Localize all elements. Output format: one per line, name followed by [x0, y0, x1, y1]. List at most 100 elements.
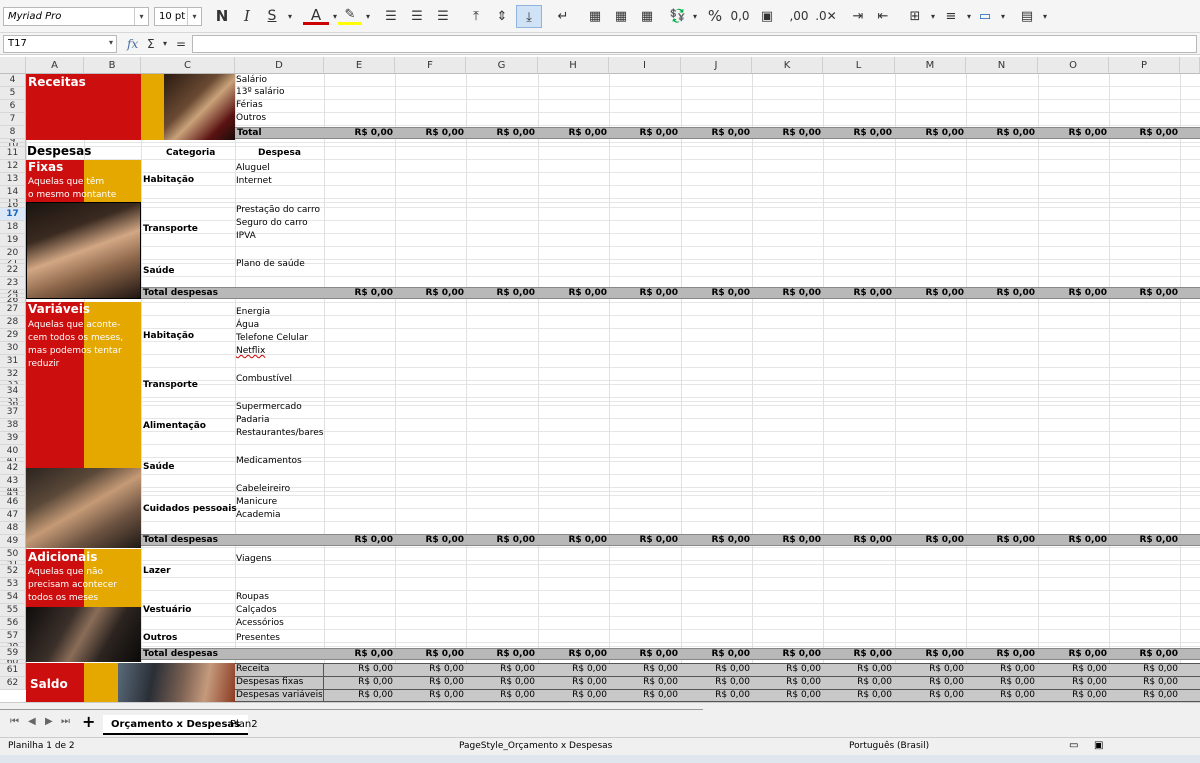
- add-sheet-button[interactable]: +: [82, 712, 95, 731]
- row-header[interactable]: 6: [0, 100, 26, 113]
- align-middle-icon[interactable]: ⇕: [491, 5, 513, 28]
- row-header[interactable]: 29: [0, 329, 26, 342]
- chevron-down-icon[interactable]: ▾: [690, 5, 700, 28]
- align-bottom-icon[interactable]: ⤓: [516, 5, 542, 28]
- column-header[interactable]: E: [324, 57, 395, 74]
- saldo-value-cell[interactable]: R$ 0,00: [395, 664, 464, 674]
- row-header[interactable]: 52: [0, 565, 26, 578]
- total-value-cell[interactable]: R$ 0,00: [1109, 288, 1178, 299]
- formula-input[interactable]: [192, 35, 1197, 53]
- total-value-cell[interactable]: R$ 0,00: [966, 128, 1035, 139]
- column-header[interactable]: M: [895, 57, 966, 74]
- align-top-icon[interactable]: ⤒: [465, 5, 487, 28]
- column-header[interactable]: H: [538, 57, 609, 74]
- row-header[interactable]: 59: [0, 647, 26, 660]
- underline-button[interactable]: S: [262, 5, 282, 28]
- column-header[interactable]: F: [395, 57, 466, 74]
- row-header[interactable]: 4: [0, 74, 26, 87]
- row-header[interactable]: 38: [0, 419, 26, 432]
- row-header[interactable]: 17: [0, 208, 26, 221]
- saldo-value-cell[interactable]: R$ 0,00: [823, 690, 892, 700]
- total-value-cell[interactable]: R$ 0,00: [1038, 128, 1107, 139]
- saldo-value-cell[interactable]: R$ 0,00: [1109, 677, 1178, 687]
- column-header[interactable]: I: [609, 57, 681, 74]
- column-header[interactable]: G: [466, 57, 538, 74]
- row-header[interactable]: 27: [0, 303, 26, 316]
- total-value-cell[interactable]: R$ 0,00: [324, 535, 393, 546]
- saldo-value-cell[interactable]: R$ 0,00: [538, 664, 607, 674]
- total-value-cell[interactable]: R$ 0,00: [1109, 535, 1178, 546]
- row-header[interactable]: 56: [0, 617, 26, 630]
- saldo-value-cell[interactable]: R$ 0,00: [681, 690, 750, 700]
- row-header[interactable]: 40: [0, 445, 26, 458]
- unmerge-cells-icon[interactable]: ▦: [636, 5, 658, 28]
- border-style-icon[interactable]: ≡: [940, 5, 962, 28]
- saldo-value-cell[interactable]: R$ 0,00: [895, 664, 964, 674]
- chevron-down-icon[interactable]: ▾: [1040, 5, 1050, 28]
- total-value-cell[interactable]: R$ 0,00: [395, 128, 464, 139]
- row-header[interactable]: 62: [0, 677, 26, 690]
- total-value-cell[interactable]: R$ 0,00: [538, 649, 607, 660]
- chevron-down-icon[interactable]: ▾: [363, 5, 373, 28]
- font-color-icon[interactable]: A: [303, 5, 329, 25]
- merge-cells-icon[interactable]: ▦: [584, 5, 606, 28]
- number-format-button[interactable]: 0,0: [729, 5, 751, 28]
- total-value-cell[interactable]: R$ 0,00: [466, 535, 535, 546]
- add-decimal-button[interactable]: ,00: [786, 5, 812, 28]
- select-all-corner[interactable]: [0, 57, 26, 74]
- total-value-cell[interactable]: R$ 0,00: [752, 649, 821, 660]
- function-wizard-button[interactable]: fx: [127, 35, 138, 53]
- row-header[interactable]: 50: [0, 548, 26, 561]
- previous-sheet-icon[interactable]: ◀: [28, 716, 36, 727]
- total-value-cell[interactable]: R$ 0,00: [395, 288, 464, 299]
- column-header[interactable]: A: [26, 57, 84, 74]
- border-color-icon[interactable]: ▭: [974, 5, 996, 28]
- total-value-cell[interactable]: R$ 0,00: [324, 649, 393, 660]
- total-value-cell[interactable]: R$ 0,00: [752, 535, 821, 546]
- saldo-value-cell[interactable]: R$ 0,00: [895, 690, 964, 700]
- row-header[interactable]: 31: [0, 355, 26, 368]
- saldo-value-cell[interactable]: R$ 0,00: [395, 677, 464, 687]
- saldo-value-cell[interactable]: R$ 0,00: [609, 664, 678, 674]
- row-header[interactable]: 7: [0, 113, 26, 126]
- chevron-down-icon[interactable]: ▾: [285, 5, 295, 28]
- total-value-cell[interactable]: R$ 0,00: [395, 649, 464, 660]
- saldo-value-cell[interactable]: R$ 0,00: [609, 690, 678, 700]
- bold-button[interactable]: N: [212, 5, 232, 28]
- row-header[interactable]: 37: [0, 406, 26, 419]
- saldo-value-cell[interactable]: R$ 0,00: [1038, 664, 1107, 674]
- total-value-cell[interactable]: R$ 0,00: [538, 128, 607, 139]
- total-value-cell[interactable]: R$ 0,00: [466, 288, 535, 299]
- saldo-value-cell[interactable]: R$ 0,00: [609, 677, 678, 687]
- row-header[interactable]: 19: [0, 234, 26, 247]
- chevron-down-icon[interactable]: ▾: [187, 8, 201, 25]
- row-header[interactable]: 42: [0, 462, 26, 475]
- column-header[interactable]: N: [966, 57, 1038, 74]
- document-modified-icon[interactable]: ▣: [1094, 738, 1103, 754]
- column-header[interactable]: L: [823, 57, 895, 74]
- formula-button[interactable]: =: [176, 35, 186, 53]
- total-value-cell[interactable]: R$ 0,00: [538, 288, 607, 299]
- total-value-cell[interactable]: R$ 0,00: [752, 128, 821, 139]
- total-value-cell[interactable]: R$ 0,00: [895, 288, 964, 299]
- saldo-value-cell[interactable]: R$ 0,00: [1038, 677, 1107, 687]
- total-value-cell[interactable]: R$ 0,00: [609, 128, 678, 139]
- total-value-cell[interactable]: R$ 0,00: [966, 535, 1035, 546]
- chevron-down-icon[interactable]: ▾: [964, 5, 974, 28]
- saldo-value-cell[interactable]: R$ 0,00: [466, 664, 535, 674]
- page-style[interactable]: PageStyle_Orçamento x Despesas: [459, 738, 612, 754]
- language[interactable]: Português (Brasil): [849, 738, 929, 754]
- total-value-cell[interactable]: R$ 0,00: [466, 649, 535, 660]
- row-header[interactable]: 11: [0, 147, 26, 160]
- decrease-indent-icon[interactable]: ⇤: [872, 5, 894, 28]
- align-right-icon[interactable]: ☰: [432, 5, 454, 28]
- total-value-cell[interactable]: R$ 0,00: [823, 535, 892, 546]
- column-header[interactable]: B: [84, 57, 141, 74]
- chevron-down-icon[interactable]: ▾: [928, 5, 938, 28]
- italic-button[interactable]: I: [237, 5, 257, 28]
- saldo-value-cell[interactable]: R$ 0,00: [752, 664, 821, 674]
- column-header[interactable]: J: [681, 57, 752, 74]
- sum-button[interactable]: Σ: [147, 35, 155, 53]
- row-header[interactable]: 22: [0, 264, 26, 277]
- increase-indent-icon[interactable]: ⇥: [847, 5, 869, 28]
